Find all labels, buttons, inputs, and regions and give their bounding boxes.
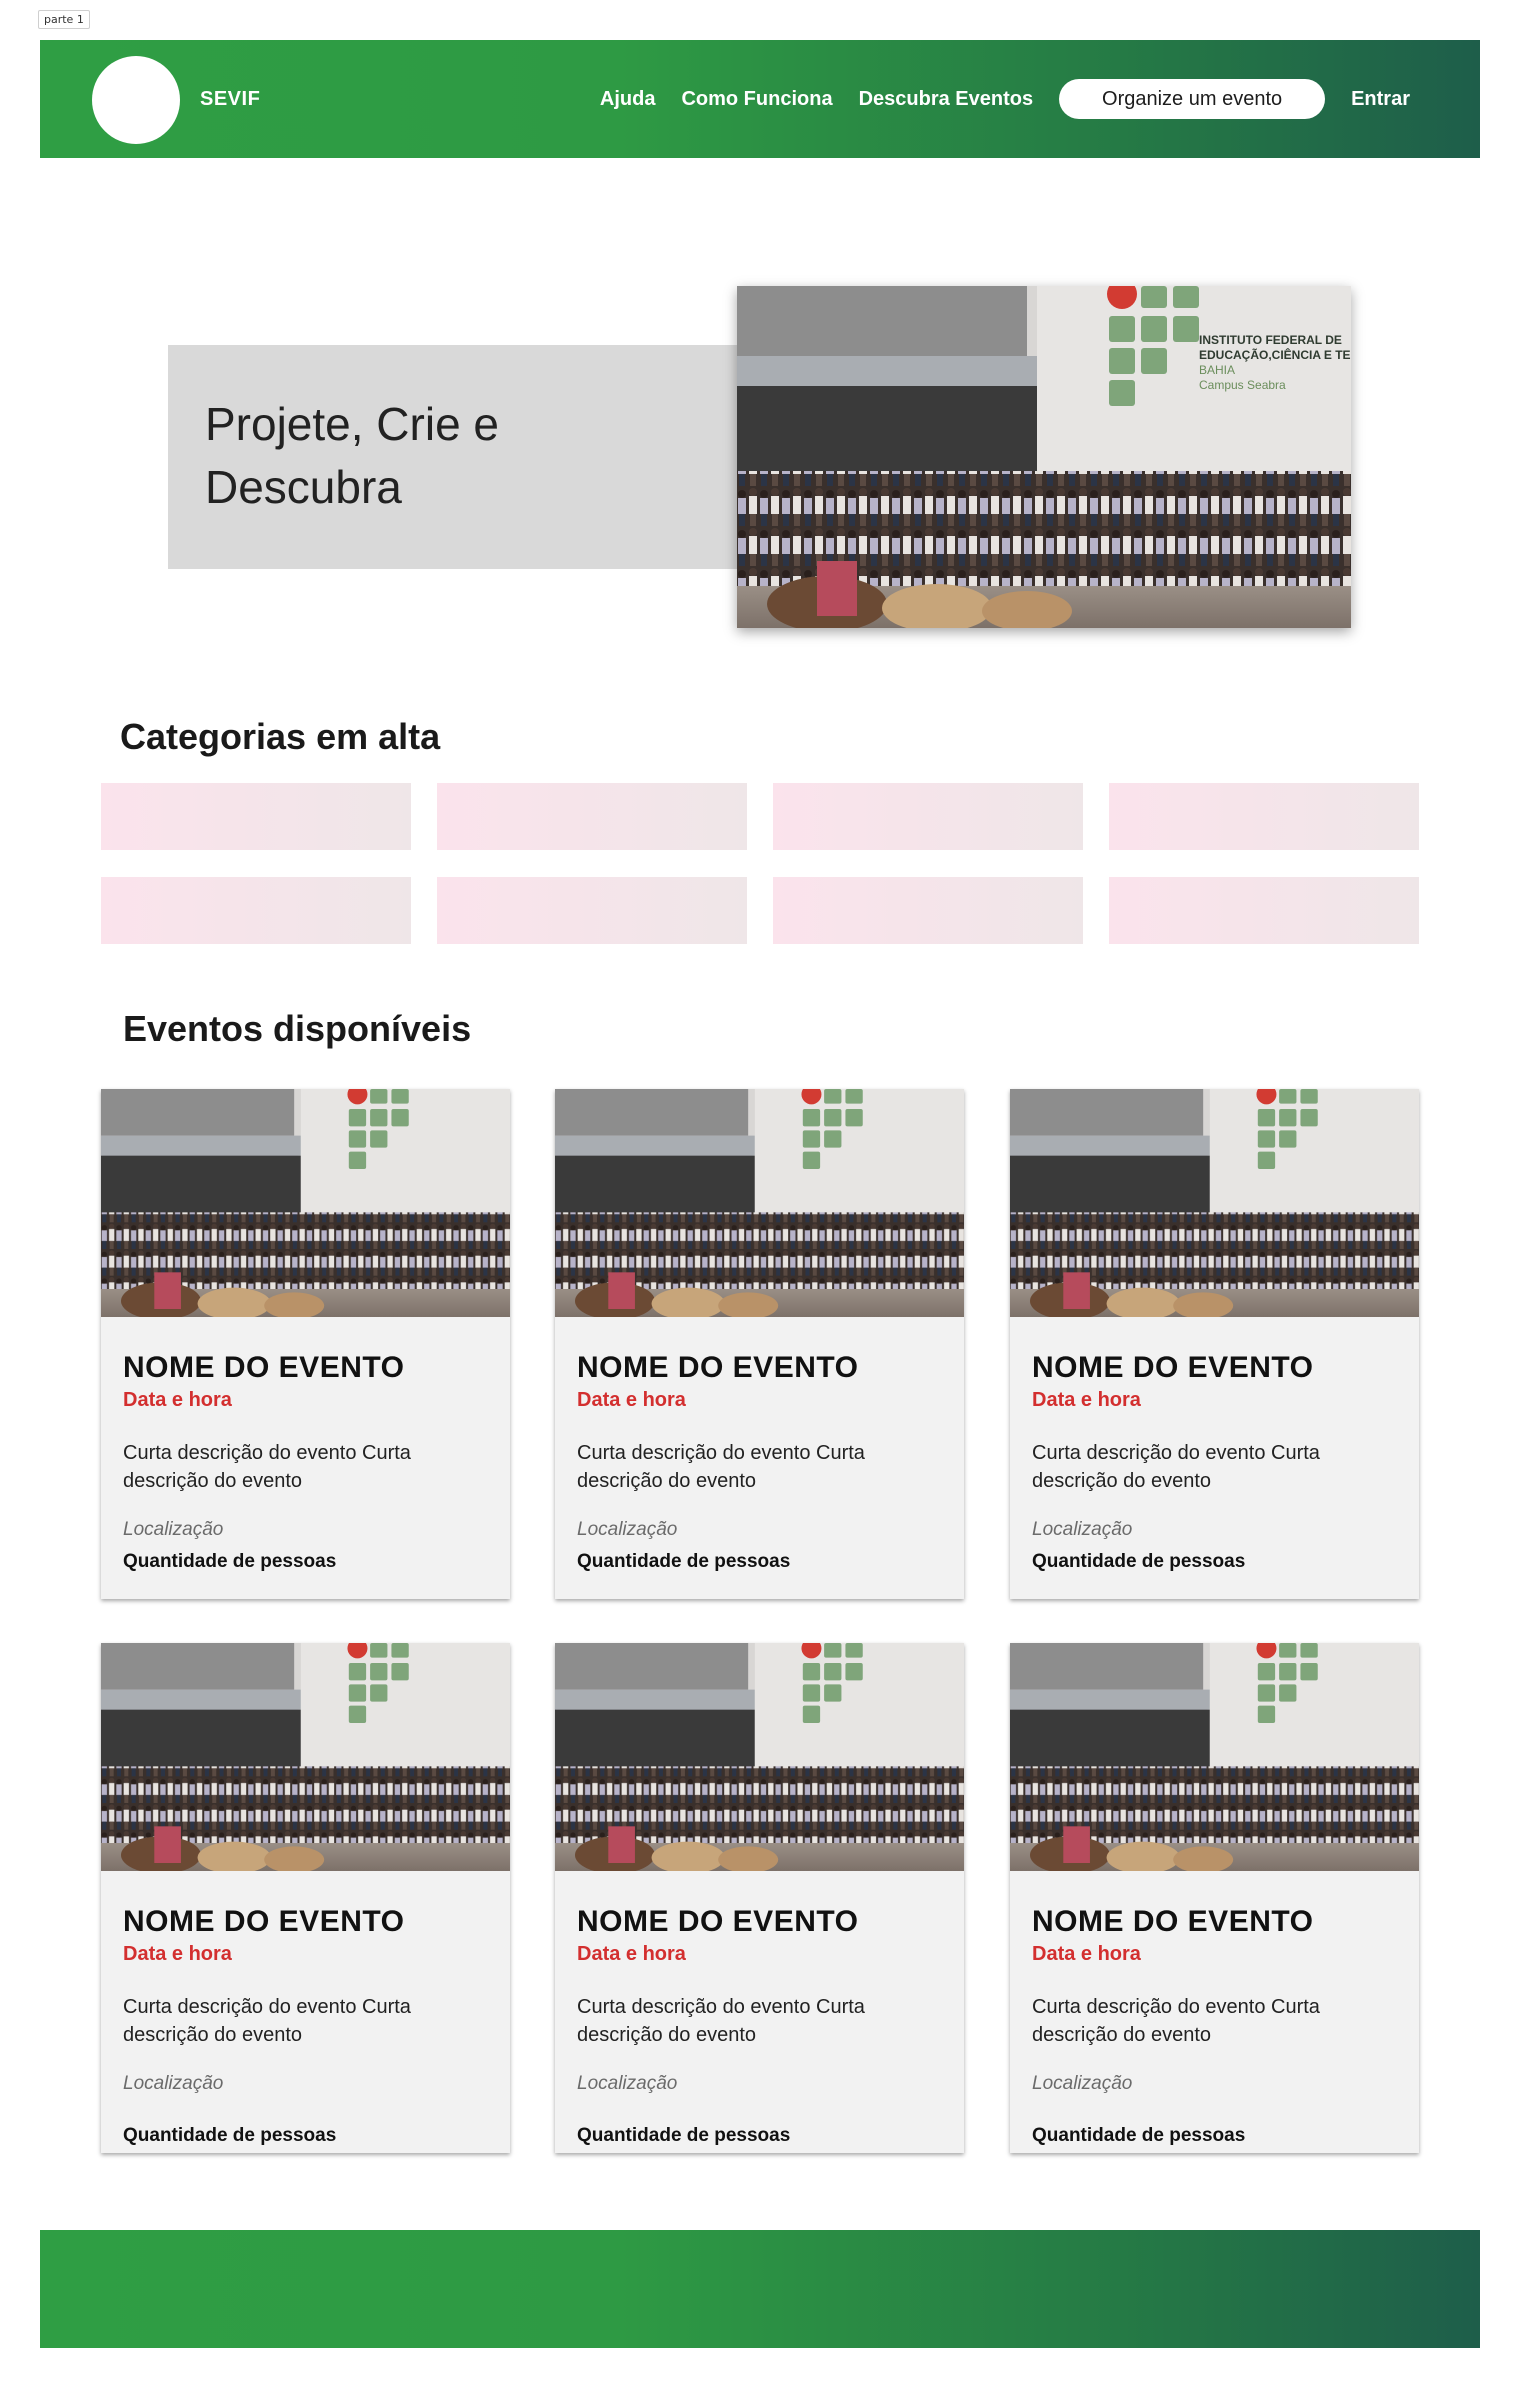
hero-title: Projete, Crie e Descubra [205,398,500,513]
event-name: NOME DO EVENTO [577,1905,859,1938]
event-date: Data e hora [123,1943,232,1965]
frame-label: parte 1 [38,10,90,29]
header: SEVIF Ajuda Como Funciona Descubra Event… [40,40,1480,158]
category-tile[interactable] [773,783,1083,850]
footer [40,2230,1480,2348]
event-location: Localização [123,1519,224,1540]
event-date: Data e hora [123,1389,232,1411]
event-capacity: Quantidade de pessoas [1032,1551,1246,1572]
category-tile[interactable] [773,877,1083,944]
photo-text-line4: Campus Seabra [1199,378,1286,392]
category-tile[interactable] [437,877,747,944]
event-location: Localização [1032,2073,1133,2094]
hero-banner: Projete, Crie e Descubra [168,345,740,569]
event-description: Curta descrição do evento Curta descriçã… [1032,1442,1320,1492]
events-title: Eventos disponíveis [123,1008,472,1049]
event-date: Data e hora [1032,1389,1141,1411]
event-photo [555,1643,964,1871]
event-description: Curta descrição do evento Curta descriçã… [1032,1996,1320,2046]
event-description: Curta descrição do evento Curta descriçã… [577,1442,865,1492]
event-description: Curta descrição do evento Curta descriçã… [123,1442,411,1492]
event-description: Curta descrição do evento Curta descriçã… [577,1996,865,2046]
event-card[interactable]: NOME DO EVENTO Data e hora Curta descriç… [555,1643,964,2153]
event-card[interactable]: NOME DO EVENTO Data e hora Curta descriç… [1010,1643,1419,2153]
event-name: NOME DO EVENTO [1032,1351,1314,1384]
event-photo [101,1643,510,1871]
organize-event-button[interactable]: Organize um evento [1059,79,1326,119]
category-tile[interactable] [1109,877,1419,944]
category-tile[interactable] [1109,783,1419,850]
event-photo [1010,1643,1419,1871]
login-link[interactable]: Entrar [1351,88,1410,111]
event-date: Data e hora [577,1943,686,1965]
event-photo [1010,1089,1419,1317]
category-tile[interactable] [101,877,411,944]
event-card[interactable]: NOME DO EVENTO Data e hora Curta descriç… [1010,1089,1419,1599]
logo[interactable] [92,56,180,144]
event-capacity: Quantidade de pessoas [577,2125,791,2146]
event-capacity: Quantidade de pessoas [1032,2125,1246,2146]
event-name: NOME DO EVENTO [123,1351,405,1384]
main-nav: Ajuda Como Funciona Descubra Eventos Org… [574,79,1410,119]
category-tile[interactable] [101,783,411,850]
nav-descubra-eventos[interactable]: Descubra Eventos [859,88,1034,111]
category-tile[interactable] [437,783,747,850]
nav-ajuda[interactable]: Ajuda [600,88,656,111]
event-photo [555,1089,964,1317]
campus-photo-image: INSTITUTO FEDERAL DE EDUCAÇÃO,CIÊNCIA E … [737,286,1351,628]
event-name: NOME DO EVENTO [123,1905,405,1938]
event-location: Localização [1032,1519,1133,1540]
event-description: Curta descrição do evento Curta descriçã… [123,1996,411,2046]
event-name: NOME DO EVENTO [1032,1905,1314,1938]
event-capacity: Quantidade de pessoas [123,1551,337,1572]
event-photo [101,1089,510,1317]
event-date: Data e hora [577,1389,686,1411]
categories-title: Categorias em alta [120,716,441,757]
nav-como-funciona[interactable]: Como Funciona [681,88,832,111]
event-capacity: Quantidade de pessoas [577,1551,791,1572]
hero-photo: INSTITUTO FEDERAL DE EDUCAÇÃO,CIÊNCIA E … [737,286,1351,628]
event-card[interactable]: NOME DO EVENTO Data e hora Curta descriç… [101,1089,510,1599]
event-name: NOME DO EVENTO [577,1351,859,1384]
event-date: Data e hora [1032,1943,1141,1965]
event-capacity: Quantidade de pessoas [123,2125,337,2146]
event-card[interactable]: NOME DO EVENTO Data e hora Curta descriç… [101,1643,510,2153]
event-location: Localização [577,1519,678,1540]
event-location: Localização [123,2073,224,2094]
event-card[interactable]: NOME DO EVENTO Data e hora Curta descriç… [555,1089,964,1599]
brand-name[interactable]: SEVIF [200,88,260,111]
photo-text-line3: BAHIA [1199,363,1235,377]
photo-text-line2: EDUCAÇÃO,CIÊNCIA E TECNOLO [1199,347,1351,362]
photo-text-line1: INSTITUTO FEDERAL DE [1199,333,1342,347]
event-location: Localização [577,2073,678,2094]
